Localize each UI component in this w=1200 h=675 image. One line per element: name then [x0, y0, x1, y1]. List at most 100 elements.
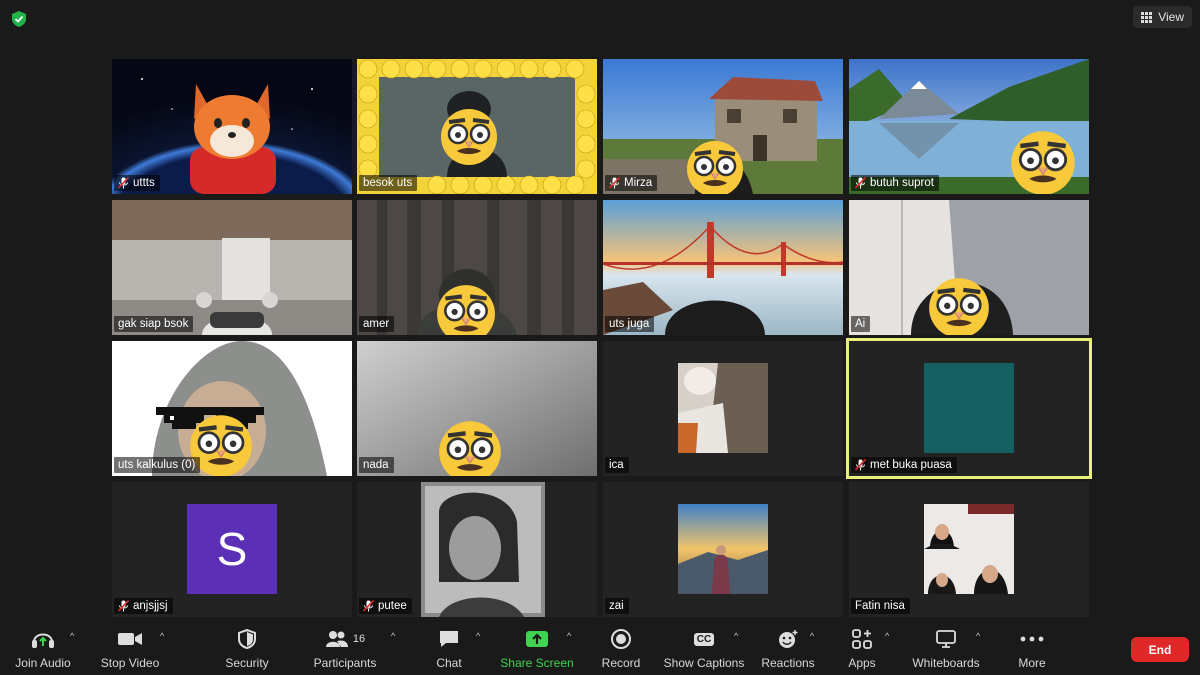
chat-button[interactable]: Chat	[430, 622, 468, 675]
encryption-shield-icon[interactable]	[10, 10, 28, 28]
participant-name: Fatin nisa	[855, 600, 905, 612]
view-label: View	[1158, 10, 1184, 24]
captions-icon: CC	[693, 632, 715, 646]
video-tile[interactable]: uts juga	[603, 200, 843, 335]
shield-icon	[238, 629, 256, 649]
stop-video-button[interactable]: Stop Video	[96, 622, 164, 675]
reactions-label: Reactions	[761, 656, 815, 670]
show-captions-button[interactable]: CC Show Captions	[664, 622, 744, 675]
video-options-caret-icon[interactable]: ^	[160, 631, 164, 641]
disguise-emoji-overlay	[439, 107, 499, 172]
headphones-icon	[32, 633, 54, 648]
video-tile[interactable]: nada	[357, 341, 597, 476]
participant-name: butuh suprot	[870, 177, 934, 189]
record-label: Record	[601, 656, 641, 670]
participant-name-tag: besok uts	[359, 175, 418, 191]
video-tile[interactable]: uttts	[112, 59, 352, 194]
meeting-toolbar: Join Audio ^ Stop Video ^ Security 16 Pa…	[0, 622, 1200, 675]
video-tile[interactable]: besok uts	[357, 59, 597, 194]
video-tile[interactable]: amer	[357, 200, 597, 335]
participant-name-tag: anjsjjsj	[114, 598, 173, 614]
disguise-emoji-overlay	[685, 139, 745, 194]
participants-label: Participants	[313, 656, 377, 670]
mic-muted-icon	[855, 177, 866, 189]
stop-video-label: Stop Video	[100, 656, 160, 670]
apps-button[interactable]: Apps	[842, 622, 882, 675]
video-tile[interactable]: Ai	[849, 200, 1089, 335]
show-captions-label: Show Captions	[663, 656, 745, 670]
participant-name-tag: Ai	[851, 316, 871, 332]
participants-button[interactable]: 16 Participants	[312, 622, 378, 675]
participant-name: ica	[609, 459, 624, 471]
share-screen-icon	[526, 631, 548, 647]
golden-gate-background	[603, 200, 843, 335]
end-meeting-button[interactable]: End	[1131, 637, 1189, 662]
whiteboard-icon	[936, 630, 956, 648]
participant-name: gak siap bsok	[118, 318, 189, 330]
participant-name-tag: uts juga	[605, 316, 655, 332]
video-tile[interactable]: gak siap bsok	[112, 200, 352, 335]
captions-options-caret-icon[interactable]: ^	[734, 631, 738, 641]
participants-icon	[325, 631, 348, 647]
participant-name: zai	[609, 600, 624, 612]
video-camera-icon	[118, 633, 142, 645]
more-button[interactable]: More	[1012, 622, 1052, 675]
video-tile[interactable]: butuh suprot	[849, 59, 1089, 194]
apps-options-caret-icon[interactable]: ^	[885, 631, 889, 641]
disguise-emoji-overlay	[927, 276, 991, 335]
record-button[interactable]: Record	[598, 622, 644, 675]
participant-name: uts juga	[609, 318, 650, 330]
video-tile[interactable]: uts kalkulus (0)	[112, 341, 352, 476]
whiteboards-options-caret-icon[interactable]: ^	[976, 631, 980, 641]
whiteboards-label: Whiteboards	[912, 656, 980, 670]
participants-options-caret-icon[interactable]: ^	[391, 631, 395, 641]
participant-name: nada	[363, 459, 389, 471]
apps-icon	[852, 629, 872, 649]
participant-name-tag: putee	[359, 598, 412, 614]
whiteboards-button[interactable]: Whiteboards	[910, 622, 982, 675]
security-button[interactable]: Security	[222, 622, 272, 675]
profile-photo	[924, 363, 1014, 453]
video-tile-active-speaker[interactable]: met buka puasa	[846, 338, 1092, 479]
share-options-caret-icon[interactable]: ^	[567, 631, 571, 641]
share-screen-button[interactable]: Share Screen	[500, 622, 574, 675]
join-audio-button[interactable]: Join Audio	[10, 622, 76, 675]
reactions-options-caret-icon[interactable]: ^	[810, 631, 814, 641]
video-tile[interactable]: putee	[357, 482, 597, 617]
grid-view-icon	[1141, 11, 1153, 23]
share-screen-label: Share Screen	[500, 656, 574, 670]
reactions-button[interactable]: Reactions	[760, 622, 816, 675]
disguise-emoji-overlay	[435, 283, 497, 335]
participant-name-tag: Mirza	[605, 175, 658, 191]
participant-name: anjsjjsj	[133, 600, 168, 612]
participant-name: uts kalkulus (0)	[118, 459, 196, 471]
mic-muted-icon	[118, 600, 129, 612]
disguise-emoji-overlay	[437, 419, 503, 476]
video-tile[interactable]: ica	[603, 341, 843, 476]
view-button[interactable]: View	[1133, 6, 1192, 28]
participant-name: amer	[363, 318, 390, 330]
video-tile[interactable]: Fatin nisa	[849, 482, 1089, 617]
participant-name: Ai	[855, 318, 866, 330]
participant-name-tag: uttts	[114, 175, 160, 191]
participant-name: besok uts	[363, 177, 413, 189]
profile-photo	[421, 482, 545, 617]
participant-name-tag: met buka puasa	[851, 457, 957, 473]
video-tile[interactable]: zai	[603, 482, 843, 617]
smiley-icon	[779, 630, 798, 648]
chat-options-caret-icon[interactable]: ^	[476, 631, 480, 641]
more-label: More	[1018, 656, 1046, 670]
video-tile[interactable]: Mirza	[603, 59, 843, 194]
participant-name: met buka puasa	[870, 459, 952, 471]
audio-options-caret-icon[interactable]: ^	[70, 631, 74, 641]
mic-muted-icon	[609, 177, 620, 189]
ceiling-camera-view	[112, 200, 352, 335]
profile-photo	[924, 504, 1014, 594]
participant-name-tag: nada	[359, 457, 394, 473]
participant-name-tag: Fatin nisa	[851, 598, 910, 614]
join-audio-label: Join Audio	[15, 656, 71, 670]
record-icon	[611, 629, 631, 649]
participant-name-tag: butuh suprot	[851, 175, 939, 191]
mic-muted-icon	[363, 600, 374, 612]
video-tile[interactable]: S anjsjjsj	[112, 482, 352, 617]
